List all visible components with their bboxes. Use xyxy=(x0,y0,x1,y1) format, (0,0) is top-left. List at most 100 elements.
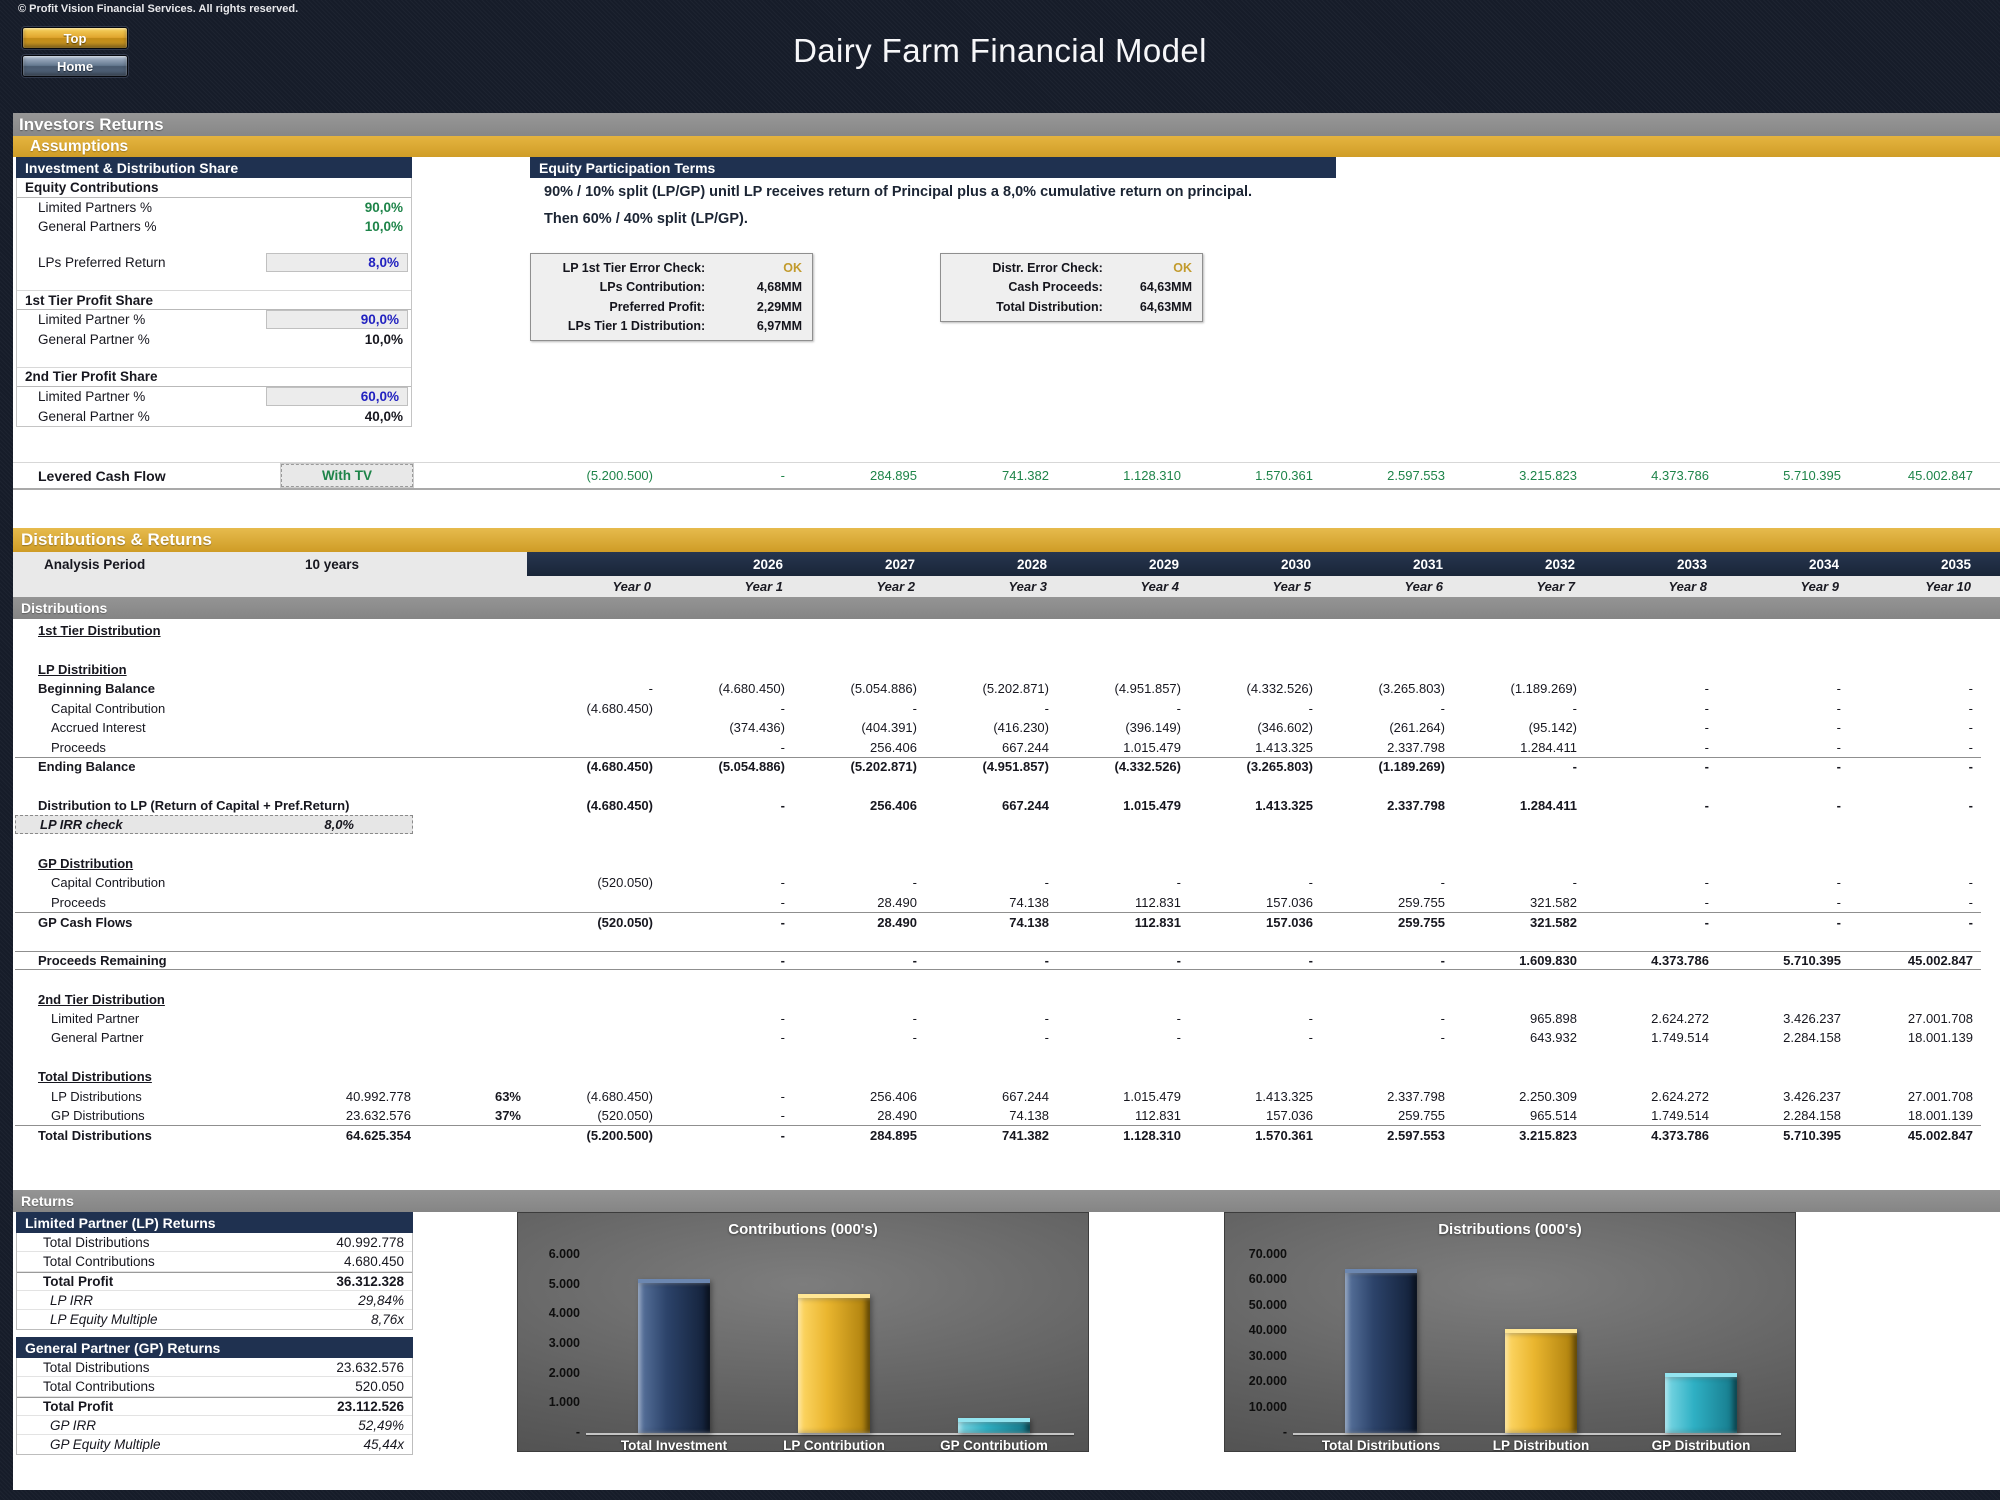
returns-row-label: GP IRR xyxy=(17,1418,358,1433)
value-cell: (4.951.857) xyxy=(1057,681,1189,696)
value-cell: - xyxy=(1189,1030,1321,1045)
row-label: Capital Contribution xyxy=(15,701,277,716)
levered-value-cell: 3.215.823 xyxy=(1453,468,1585,483)
value-cell: 1.015.479 xyxy=(1057,1089,1189,1104)
assumption-input-field[interactable]: 90,0% xyxy=(266,310,408,329)
levered-value-cell: (5.200.500) xyxy=(529,468,661,483)
assumption-row: 2nd Tier Profit Share xyxy=(17,367,411,387)
table-row: Ending Balance(4.680.450)(5.054.886)(5.2… xyxy=(15,757,1981,776)
row-label: Limited Partner xyxy=(15,1011,277,1026)
table-row: 2nd Tier Distribution xyxy=(15,989,1981,1008)
value-cell: 18.001.139 xyxy=(1849,1030,1981,1045)
copyright-text: © Profit Vision Financial Services. All … xyxy=(18,3,298,15)
value-cell: - xyxy=(661,1011,793,1026)
value-cell: 4.373.786 xyxy=(1585,953,1717,968)
error-box-row: LPs Tier 1 Distribution:6,97MM xyxy=(531,317,812,337)
value-cell: (5.202.871) xyxy=(925,681,1057,696)
assumption-row: General Partner %10,0% xyxy=(17,330,411,350)
value-cell: 18.001.139 xyxy=(1849,1108,1981,1123)
assumption-label: Limited Partner % xyxy=(17,389,266,404)
value-cell: - xyxy=(1585,875,1717,890)
value-cell: - xyxy=(661,875,793,890)
returns-row: Total Profit36.312.328 xyxy=(17,1272,412,1291)
value-cell: - xyxy=(1849,759,1981,774)
value-cell: 667.244 xyxy=(925,740,1057,755)
returns-row-label: Total Profit xyxy=(17,1274,336,1289)
worksheet: Investors Returns Assumptions Investment… xyxy=(13,113,2000,1490)
levered-value-cell: 741.382 xyxy=(925,468,1057,483)
value-cell: - xyxy=(1057,701,1189,716)
lp-returns-header: Limited Partner (LP) Returns xyxy=(16,1212,413,1233)
value-cell: - xyxy=(1057,1011,1189,1026)
value-cell: (3.265.803) xyxy=(1321,681,1453,696)
year-header-cell: 2031 xyxy=(1319,557,1451,572)
value-cell: 1.413.325 xyxy=(1189,798,1321,813)
value-cell: (261.264) xyxy=(1321,720,1453,735)
assumption-row: Equity Contributions xyxy=(17,178,411,198)
year-header-cell: 2028 xyxy=(923,557,1055,572)
lp-irr-check-value: 8,0% xyxy=(324,817,354,832)
error-box-value: OK xyxy=(705,261,812,275)
table-row: Distribution to LP (Return of Capital + … xyxy=(15,796,1981,815)
value-cell: 74.138 xyxy=(925,895,1057,910)
returns-row-value: 45,44x xyxy=(363,1437,412,1452)
value-cell: 1.749.514 xyxy=(1585,1030,1717,1045)
value-cell: - xyxy=(1321,701,1453,716)
value-cell: 1.128.310 xyxy=(1057,1128,1189,1143)
value-cell: 321.582 xyxy=(1453,915,1585,930)
chart-bar-gold xyxy=(1505,1329,1577,1433)
row-label: LP Distributions xyxy=(15,1089,277,1104)
value-cell: - xyxy=(1453,701,1585,716)
value-cell: 2.597.553 xyxy=(1321,1128,1453,1143)
y-axis-tick-label: 20.000 xyxy=(1229,1374,1287,1388)
chart-bar-teal xyxy=(1665,1373,1737,1433)
value-cell: - xyxy=(1717,875,1849,890)
value-cell: - xyxy=(1849,701,1981,716)
spacer-row xyxy=(17,272,411,288)
value-cell: (4.680.450) xyxy=(661,681,793,696)
gp-returns-rows: Total Distributions23.632.576Total Contr… xyxy=(17,1358,412,1454)
y-axis-tick-label: 5.000 xyxy=(522,1277,580,1291)
value-cell: 741.382 xyxy=(925,1128,1057,1143)
returns-row-value: 52,49% xyxy=(358,1418,412,1433)
year-header-cell: 2034 xyxy=(1715,557,1847,572)
value-cell: 256.406 xyxy=(793,1089,925,1104)
x-axis-category-label: Total Investment xyxy=(584,1438,764,1452)
value-cell: (396.149) xyxy=(1057,720,1189,735)
value-cell: 157.036 xyxy=(1189,1108,1321,1123)
row-label: Beginning Balance xyxy=(15,681,277,696)
row-label: GP Distributions xyxy=(15,1108,277,1123)
value-cell: (374.436) xyxy=(661,720,793,735)
returns-row: Total Distributions23.632.576 xyxy=(17,1358,412,1377)
year-label-cell: Year 9 xyxy=(1715,579,1847,594)
value-cell: 1.015.479 xyxy=(1057,740,1189,755)
value-cell: (5.202.871) xyxy=(793,759,925,774)
equity-terms-line1: 90% / 10% split (LP/GP) unitl LP receive… xyxy=(544,184,1252,200)
error-box-value: 64,63MM xyxy=(1103,300,1202,314)
returns-row: Total Contributions520.050 xyxy=(17,1377,412,1396)
value-cell: 28.490 xyxy=(793,895,925,910)
row-label: Accrued Interest xyxy=(15,720,277,735)
assumption-label: LPs Preferred Return xyxy=(17,255,266,270)
table-row: Proceeds Remaining------1.609.8304.373.7… xyxy=(15,951,1981,970)
y-axis-tick-label: 10.000 xyxy=(1229,1400,1287,1414)
year-label-cell: Year 4 xyxy=(1055,579,1187,594)
table-row: LP Distributions40.992.77863%(4.680.450)… xyxy=(15,1086,1981,1105)
returns-row-label: Total Distributions xyxy=(17,1360,336,1375)
assumption-input-field[interactable]: 8,0% xyxy=(266,253,408,272)
distribution-error-check-box: Distr. Error Check:OKCash Proceeds:64,63… xyxy=(940,253,1203,322)
value-cell: - xyxy=(925,1030,1057,1045)
value-cell: - xyxy=(1585,740,1717,755)
value-cell: - xyxy=(661,895,793,910)
assumption-input-field[interactable]: 60,0% xyxy=(266,387,408,406)
assumption-row: LPs Preferred Return8,0% xyxy=(17,253,411,273)
levered-value-cell: 4.373.786 xyxy=(1585,468,1717,483)
section-bar-investors-returns: Investors Returns xyxy=(13,113,2000,136)
levered-cash-flow-label: Levered Cash Flow xyxy=(15,468,277,484)
x-axis-category-label: GP Distribution xyxy=(1611,1438,1791,1452)
returns-row: Total Distributions40.992.778 xyxy=(17,1233,412,1252)
assumption-label: Equity Contributions xyxy=(17,180,411,195)
value-cell: - xyxy=(1189,1011,1321,1026)
with-tv-selector[interactable]: With TV xyxy=(281,464,413,487)
value-cell: 321.582 xyxy=(1453,895,1585,910)
